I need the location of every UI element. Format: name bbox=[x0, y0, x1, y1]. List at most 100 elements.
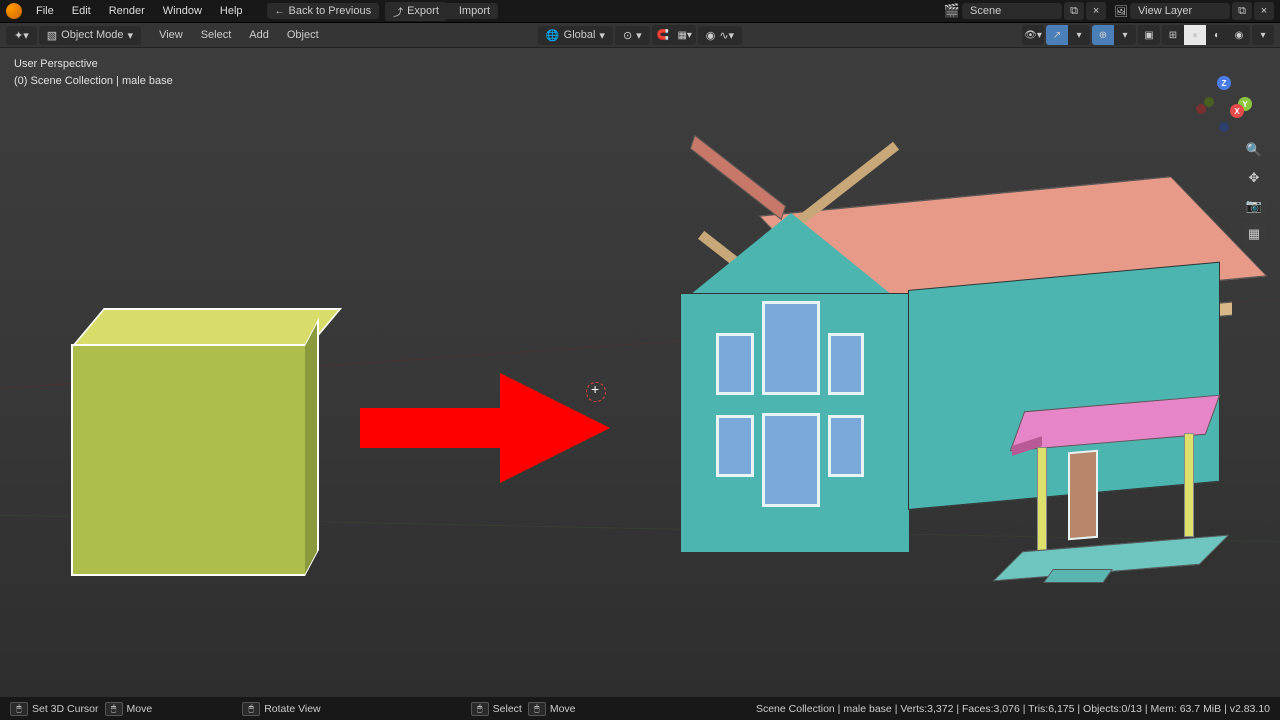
back-arrow-icon: ← bbox=[275, 6, 285, 17]
hint-move-2: 🖱Move bbox=[528, 702, 576, 716]
viewlayer-selector[interactable]: View Layer bbox=[1130, 3, 1230, 19]
mouse-middle-icon: 🖱 bbox=[242, 702, 260, 716]
overlay-group: ⊕ ▾ bbox=[1092, 25, 1136, 45]
menu-window[interactable]: Window bbox=[155, 2, 210, 20]
hint-rotate: 🖱Rotate View bbox=[242, 702, 320, 716]
menu-render[interactable]: Render bbox=[101, 2, 153, 20]
object-mode-icon: ▧ bbox=[47, 29, 57, 42]
red-arrow-annotation bbox=[360, 358, 610, 501]
show-overlays-toggle[interactable]: ⊕ bbox=[1092, 25, 1114, 45]
cube-front-face bbox=[71, 344, 305, 576]
back-to-previous-button[interactable]: ← Back to Previous bbox=[267, 3, 380, 19]
export-icon: ⤴ bbox=[393, 4, 403, 19]
view-name: User Perspective bbox=[14, 56, 173, 73]
new-scene-button[interactable]: ⧉ bbox=[1064, 2, 1084, 20]
gizmo-group: ↗ ▾ bbox=[1046, 25, 1090, 45]
delete-viewlayer-button[interactable]: × bbox=[1254, 2, 1274, 20]
viewlayer-icon: 🖼 bbox=[1114, 5, 1128, 18]
dropdown-icon: ▾ bbox=[599, 29, 605, 42]
x-axis[interactable]: X bbox=[1230, 104, 1244, 118]
pan-button[interactable]: ✥ bbox=[1242, 166, 1266, 190]
window bbox=[762, 301, 820, 395]
house-mesh-object[interactable] bbox=[660, 143, 1230, 583]
interaction-mode-icon[interactable]: ✦▾ bbox=[6, 26, 37, 45]
transform-orientation[interactable]: 🌐 Global▾ bbox=[538, 26, 613, 45]
snap-options[interactable]: ▦▾ bbox=[674, 25, 696, 45]
scene-selector[interactable]: Scene bbox=[962, 3, 1062, 19]
dropdown-icon: ▾ bbox=[128, 29, 134, 42]
scene-stats: Scene Collection | male base | Verts:3,3… bbox=[756, 703, 1270, 715]
window bbox=[828, 333, 864, 395]
porch-post bbox=[1184, 433, 1194, 537]
neg-y-axis[interactable] bbox=[1204, 97, 1214, 107]
mouse-left-icon: 🖱 bbox=[10, 702, 28, 716]
matprev-shading[interactable]: ◐ bbox=[1206, 25, 1228, 45]
camera-view-button[interactable]: 📷 bbox=[1242, 194, 1266, 218]
pivot-point[interactable]: ⊙▾ bbox=[615, 26, 650, 45]
cube-side-face bbox=[305, 318, 319, 576]
orientation-label: Global bbox=[564, 29, 596, 41]
gable-wall bbox=[685, 213, 897, 299]
window bbox=[716, 333, 754, 395]
status-bar: 🖱Set 3D Cursor 🖱Move 🖱Rotate View 🖱Selec… bbox=[0, 697, 1280, 720]
active-object-path: (0) Scene Collection | male base bbox=[14, 73, 173, 90]
visibility-filter[interactable]: 👁▾ bbox=[1022, 25, 1044, 45]
hint-select: 🖱Select bbox=[471, 702, 522, 716]
rendered-shading[interactable]: ◉ bbox=[1228, 25, 1250, 45]
export-button[interactable]: ⤴ Export bbox=[385, 2, 447, 21]
xray-toggle[interactable]: ▣ bbox=[1138, 25, 1160, 45]
mouse-left-icon: 🖱 bbox=[105, 702, 123, 716]
delete-scene-button[interactable]: × bbox=[1086, 2, 1106, 20]
gizmo-options[interactable]: ▾ bbox=[1068, 25, 1090, 45]
porch-deck bbox=[993, 535, 1230, 582]
snap-group: 🧲 ▦▾ bbox=[652, 25, 696, 45]
select-menu[interactable]: Select bbox=[193, 26, 240, 44]
export-label: Export bbox=[407, 5, 439, 17]
wireframe-shading[interactable]: ⊞ bbox=[1162, 25, 1184, 45]
menu-help[interactable]: Help bbox=[212, 2, 251, 20]
back-label: Back to Previous bbox=[289, 5, 372, 17]
view-menu[interactable]: View bbox=[151, 26, 191, 44]
3d-viewport[interactable]: User Perspective (0) Scene Collection | … bbox=[0, 48, 1280, 697]
import-button[interactable]: Import bbox=[447, 3, 498, 19]
menu-file[interactable]: File bbox=[28, 2, 62, 20]
new-viewlayer-button[interactable]: ⧉ bbox=[1232, 2, 1252, 20]
mouse-right-icon: 🖱 bbox=[471, 702, 489, 716]
shading-modes: ⊞ ● ◐ ◉ bbox=[1162, 25, 1250, 45]
porch-post bbox=[1037, 447, 1047, 557]
object-menu[interactable]: Object bbox=[279, 26, 327, 44]
menu-edit[interactable]: Edit bbox=[64, 2, 99, 20]
scene-icon: 🎬 bbox=[944, 3, 960, 19]
perspective-toggle-button[interactable]: ▦ bbox=[1242, 222, 1266, 246]
window bbox=[716, 415, 754, 477]
house-side-wall bbox=[908, 262, 1220, 510]
solid-shading[interactable]: ● bbox=[1184, 25, 1206, 45]
hint-move-1: 🖱Move bbox=[105, 702, 153, 716]
z-axis[interactable]: Z bbox=[1217, 76, 1231, 90]
proportional-editing[interactable]: ◉∿▾ bbox=[698, 26, 742, 45]
globe-icon: 🌐 bbox=[546, 29, 560, 42]
show-gizmo-toggle[interactable]: ↗ bbox=[1046, 25, 1068, 45]
zoom-button[interactable]: 🔍 bbox=[1242, 138, 1266, 162]
window bbox=[762, 413, 820, 507]
import-label: Import bbox=[459, 5, 490, 17]
viewport-nav-buttons: 🔍 ✥ 📷 ▦ bbox=[1242, 138, 1266, 246]
add-menu[interactable]: Add bbox=[241, 26, 277, 44]
hint-set-cursor: 🖱Set 3D Cursor bbox=[10, 702, 99, 716]
porch-step bbox=[1043, 569, 1113, 583]
mode-label: Object Mode bbox=[61, 29, 123, 41]
proportional-icon: ◉ bbox=[706, 29, 716, 42]
shading-options[interactable]: ▾ bbox=[1252, 25, 1274, 45]
cube-top-face bbox=[72, 308, 342, 346]
neg-z-axis[interactable] bbox=[1219, 122, 1229, 132]
snap-toggle[interactable]: 🧲 bbox=[652, 25, 674, 45]
door bbox=[1068, 450, 1098, 541]
mode-selector[interactable]: ▧ Object Mode ▾ bbox=[39, 26, 141, 45]
top-menu-bar: File Edit Render Window Help ← Back to Pr… bbox=[0, 0, 1280, 23]
blender-logo-icon[interactable] bbox=[6, 3, 22, 19]
navigation-gizmo[interactable]: Z Y X bbox=[1196, 76, 1252, 132]
viewport-overlay-text: User Perspective (0) Scene Collection | … bbox=[14, 56, 173, 89]
overlay-options[interactable]: ▾ bbox=[1114, 25, 1136, 45]
viewport-header: ✦▾ ▧ Object Mode ▾ View Select Add Object … bbox=[0, 23, 1280, 48]
mouse-right-icon: 🖱 bbox=[528, 702, 546, 716]
